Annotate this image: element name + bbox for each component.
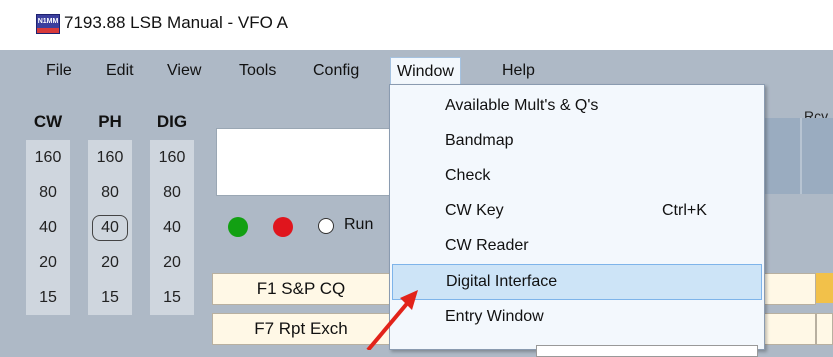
band-button-ph-15[interactable]: 15 [88, 280, 132, 315]
band-button-dig-40[interactable]: 40 [150, 210, 194, 245]
title-bar: N1MM 7193.88 LSB Manual - VFO A [0, 0, 833, 51]
menu-help[interactable]: Help [496, 58, 541, 84]
band-button-ph-20[interactable]: 20 [88, 245, 132, 280]
band-header-dig: DIG [156, 112, 188, 131]
menu-item-check[interactable]: Check [392, 159, 760, 193]
menu-config[interactable]: Config [307, 58, 365, 84]
band-column-ph: PH 160 80 40 20 15 [88, 104, 132, 315]
menu-view[interactable]: View [161, 58, 207, 84]
function-key-right-2[interactable] [762, 313, 816, 345]
menu-tools[interactable]: Tools [233, 58, 282, 84]
menu-item-bandmap[interactable]: Bandmap [392, 124, 760, 158]
menu-item-cw-reader[interactable]: CW Reader [392, 229, 760, 263]
exchange-fields[interactable] [762, 118, 833, 194]
band-button-cw-20[interactable]: 20 [26, 245, 70, 280]
band-button-cw-15[interactable]: 15 [26, 280, 70, 315]
band-column-dig: DIG 160 80 40 20 15 [150, 104, 194, 315]
band-button-ph-80[interactable]: 80 [88, 175, 132, 210]
band-header-ph: PH [98, 112, 122, 131]
selected-band-marker: 40 [92, 215, 128, 241]
band-button-dig-20[interactable]: 20 [150, 245, 194, 280]
menu-item-digital-interface[interactable]: Digital Interface [392, 264, 762, 300]
function-key-edge-2[interactable] [816, 313, 833, 345]
band-button-cw-80[interactable]: 80 [26, 175, 70, 210]
menu-file[interactable]: File [40, 58, 78, 84]
function-key-right-1[interactable] [762, 273, 816, 305]
band-button-dig-15[interactable]: 15 [150, 280, 194, 315]
callsign-entry-field[interactable] [216, 128, 390, 196]
shortcut-ctrl-k: Ctrl+K [662, 202, 707, 219]
run-radio-label: Run [344, 216, 374, 233]
menu-window[interactable]: Window [390, 57, 461, 86]
red-pointer-arrow-icon [366, 290, 418, 350]
red-status-dot-icon [273, 217, 293, 237]
menu-item-entry-window[interactable]: Entry Window [392, 300, 760, 334]
menu-bar: File Edit View Tools Config Window Help [0, 50, 833, 88]
window-title: 7193.88 LSB Manual - VFO A [64, 13, 288, 32]
menu-edit[interactable]: Edit [100, 58, 140, 84]
band-button-cw-40[interactable]: 40 [26, 210, 70, 245]
menu-item-cw-key[interactable]: CW Key Ctrl+K [392, 194, 760, 228]
band-button-dig-160[interactable]: 160 [150, 140, 194, 175]
band-header-cw: CW [33, 112, 63, 131]
menu-item-available-mults[interactable]: Available Mult's & Q's [392, 89, 760, 123]
run-radio-button[interactable] [318, 218, 334, 234]
band-button-ph-160[interactable]: 160 [88, 140, 132, 175]
window-menu-dropdown: Available Mult's & Q's Bandmap Check CW … [389, 84, 765, 357]
partial-menu-field [536, 345, 758, 357]
function-key-edge-1[interactable] [816, 273, 833, 303]
band-button-dig-80[interactable]: 80 [150, 175, 194, 210]
band-button-cw-160[interactable]: 160 [26, 140, 70, 175]
app-logo-text: N1MM [37, 18, 59, 25]
green-status-dot-icon [228, 217, 248, 237]
band-button-ph-40-selected[interactable]: 40 [88, 210, 132, 245]
band-column-cw: CW 160 80 40 20 15 [26, 104, 70, 315]
app-logo-icon: N1MM [36, 14, 60, 34]
